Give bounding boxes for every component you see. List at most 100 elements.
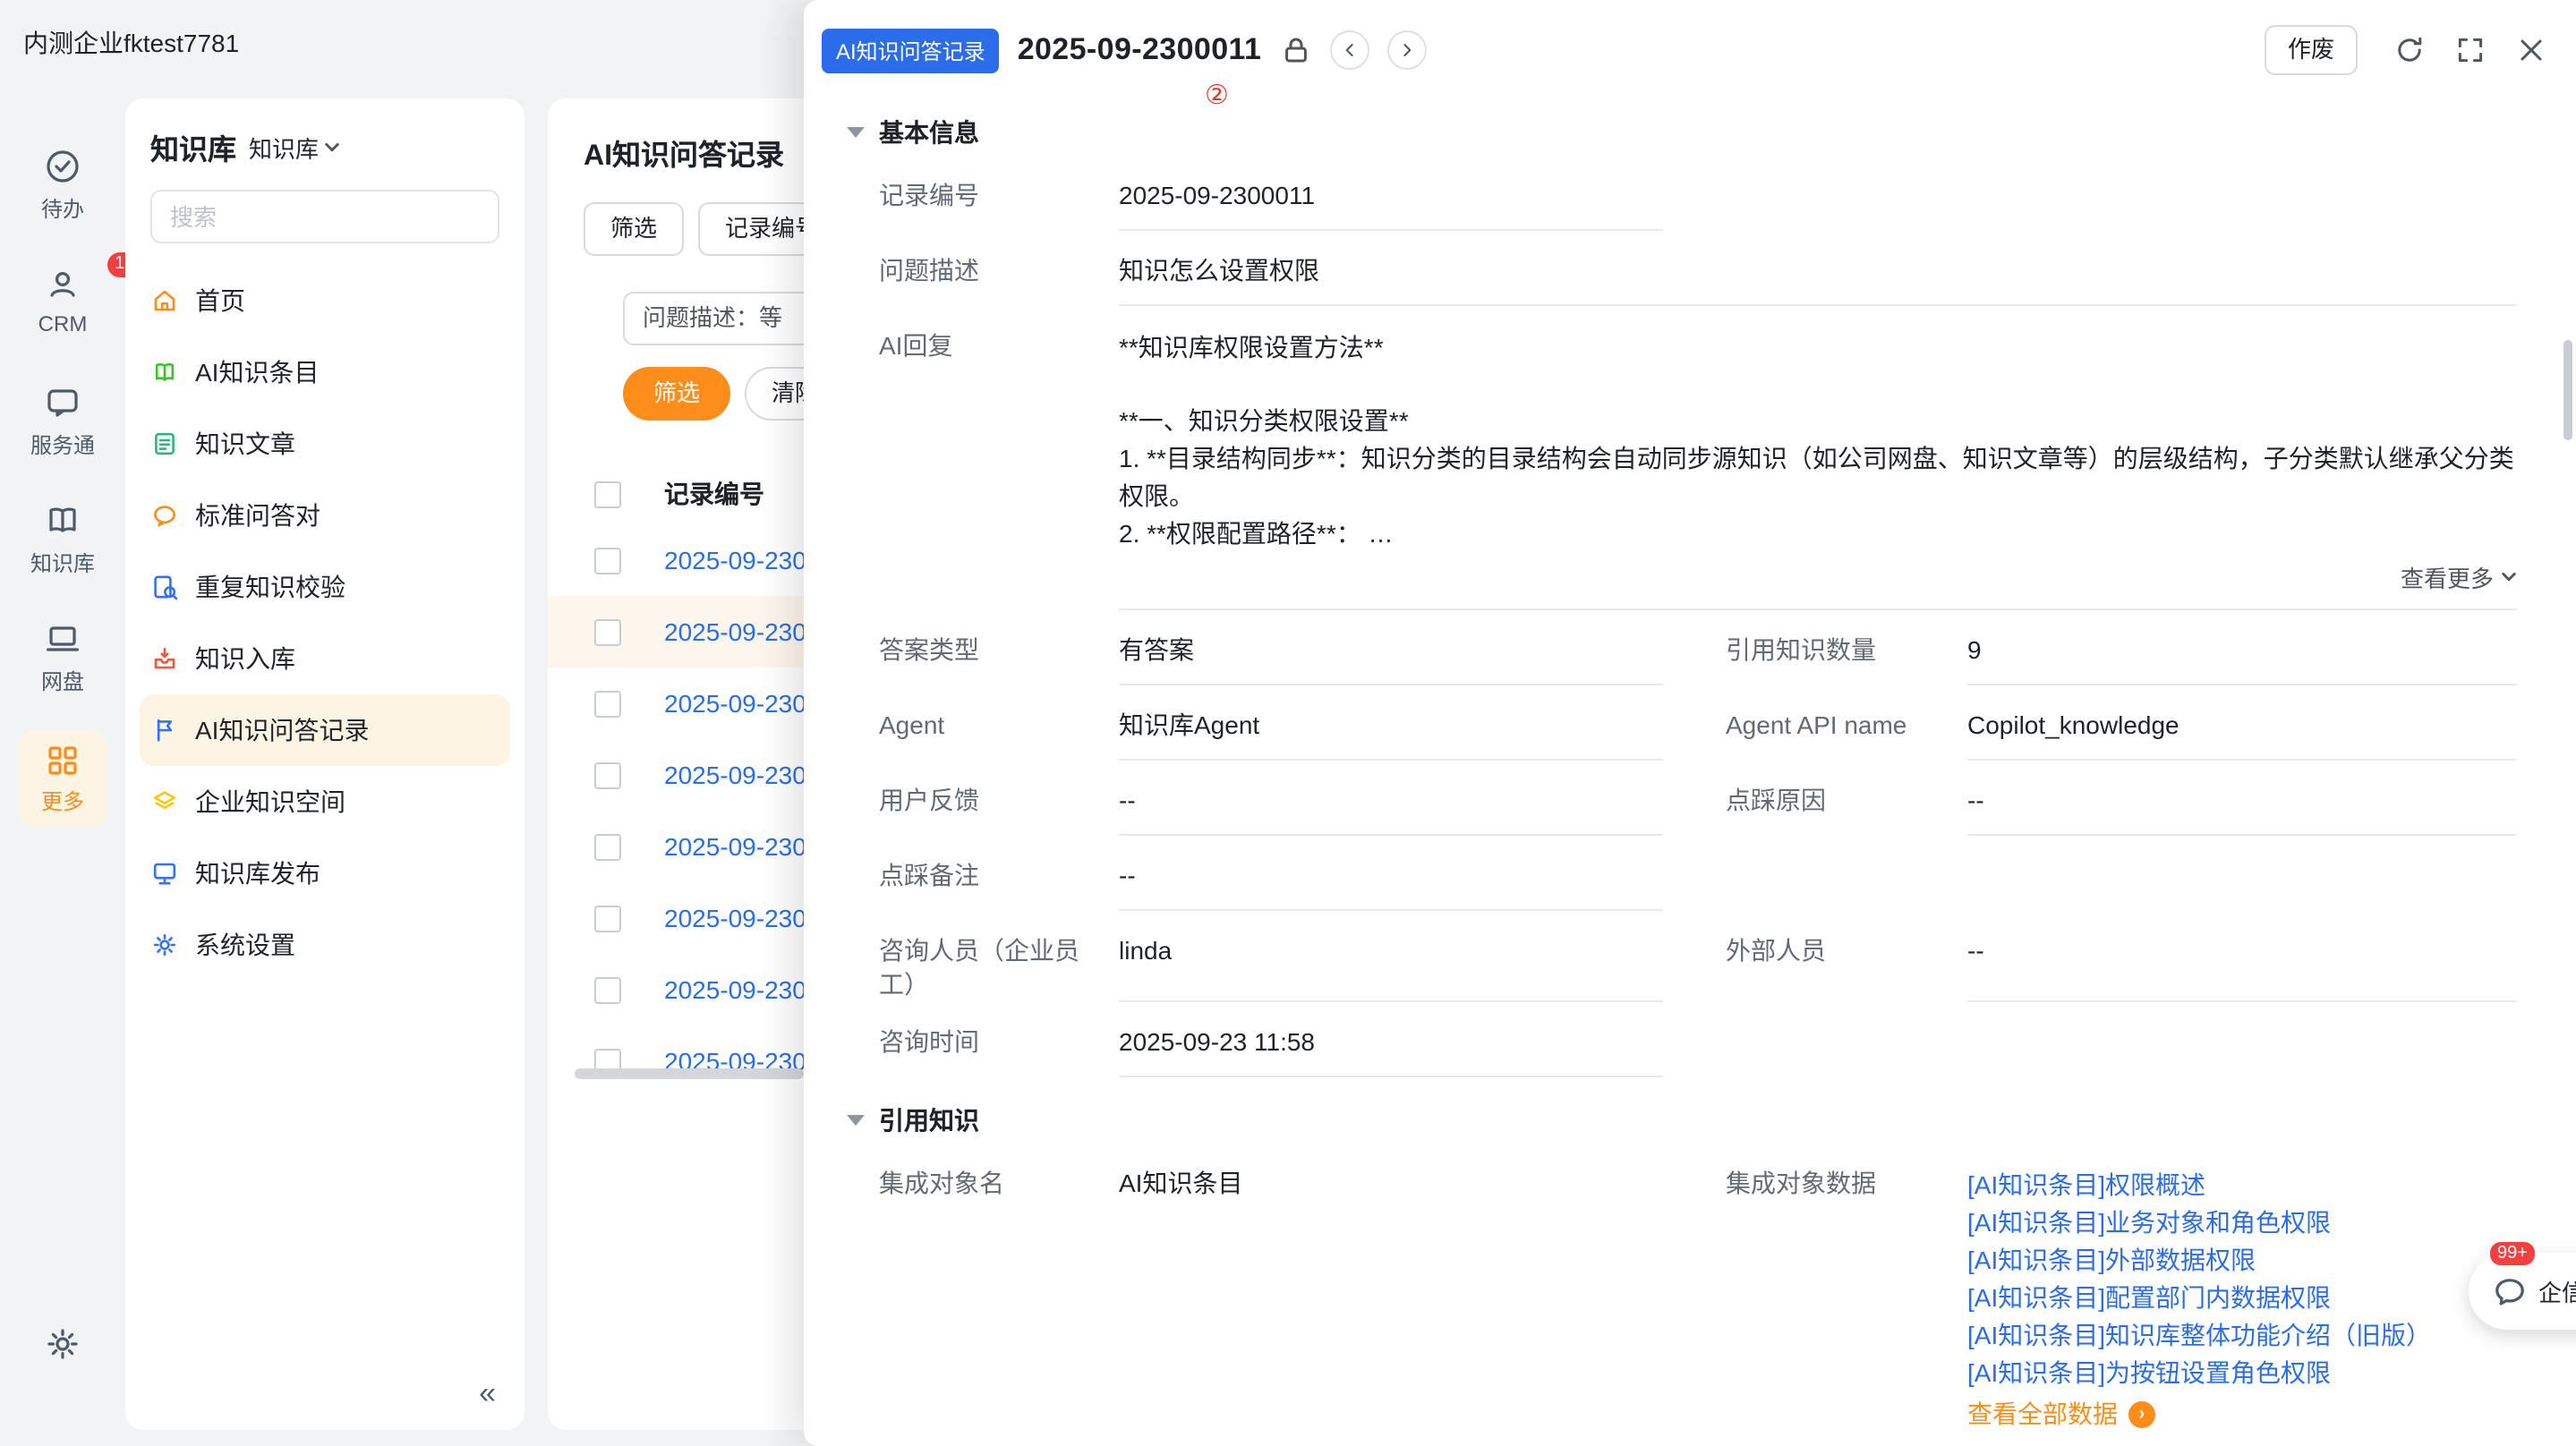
- reference-link[interactable]: [AI知识条目]业务对象和角色权限: [1967, 1204, 2517, 1242]
- chat-bubble-icon: [2492, 1273, 2528, 1309]
- chevron-down-icon: [324, 140, 340, 153]
- horizontal-scrollbar[interactable]: [575, 1068, 804, 1079]
- record-link[interactable]: 2025-09-230: [664, 975, 806, 1004]
- record-detail-drawer: AI知识问答记录 2025-09-2300011 作废: [804, 0, 2576, 1446]
- rail-item-knowledge[interactable]: 知识库: [0, 501, 125, 578]
- nav-item-qa-records[interactable]: AI知识问答记录: [140, 694, 510, 766]
- section-header-refs[interactable]: 引用知识: [847, 1102, 2547, 1138]
- column-header-record-no: 记录编号: [664, 476, 764, 512]
- nav-item-qa-pairs[interactable]: 标准问答对: [125, 480, 525, 551]
- settings-gear-icon[interactable]: [43, 1324, 82, 1364]
- field-value-dislike-note: --: [1119, 859, 1663, 911]
- row-checkbox[interactable]: [594, 833, 621, 860]
- field-value-ai-reply: **知识库权限设置方法** **一、知识分类权限设置** 1. **目录结构同步…: [1119, 329, 2517, 610]
- home-icon: [150, 286, 179, 315]
- section-title: 基本信息: [879, 115, 979, 150]
- row-checkbox[interactable]: [594, 761, 621, 788]
- apply-filter-button[interactable]: 筛选: [623, 367, 730, 421]
- section-header-basic-info[interactable]: 基本信息: [847, 115, 2547, 150]
- unread-count-badge: 99+: [2488, 1240, 2537, 1267]
- row-checkbox[interactable]: [594, 690, 621, 717]
- field-label: 外部人员: [1726, 934, 1967, 1002]
- select-all-checkbox[interactable]: [594, 481, 621, 507]
- reference-links: [AI知识条目]权限概述 [AI知识条目]业务对象和角色权限 [AI知识条目]外…: [1967, 1167, 2517, 1432]
- fullscreen-icon[interactable]: [2454, 34, 2486, 66]
- collapse-sidebar-icon[interactable]: «: [479, 1376, 496, 1412]
- refresh-icon[interactable]: [2393, 34, 2426, 66]
- rail-item-label: 待办: [41, 193, 84, 224]
- prev-record-button[interactable]: [1329, 30, 1369, 70]
- row-checkbox[interactable]: [594, 547, 621, 574]
- record-link[interactable]: 2025-09-230: [664, 546, 806, 574]
- speech-bubble-icon: [150, 501, 179, 530]
- row-checkbox[interactable]: [594, 976, 621, 1003]
- view-more-label: 查看更多: [2401, 560, 2494, 594]
- lock-icon[interactable]: [1279, 34, 1311, 66]
- reference-link[interactable]: [AI知识条目]外部数据权限: [1967, 1242, 2517, 1280]
- rail-item-more[interactable]: 更多: [18, 730, 107, 827]
- chevron-right-icon: [1395, 39, 1417, 61]
- vertical-scrollbar[interactable]: [2563, 340, 2572, 440]
- next-record-button[interactable]: [1386, 30, 1426, 70]
- record-link[interactable]: 2025-09-230: [664, 761, 806, 789]
- field-label: Agent: [879, 709, 1119, 761]
- field-label: Agent API name: [1726, 709, 1967, 761]
- grid-more-icon: [43, 741, 82, 780]
- nav-item-articles[interactable]: 知识文章: [125, 408, 525, 480]
- nav-item-label: 标准问答对: [195, 498, 320, 533]
- rail-item-drive[interactable]: 网盘: [0, 619, 125, 696]
- document-search-icon: [150, 573, 179, 601]
- record-link[interactable]: 2025-09-230: [664, 904, 806, 932]
- rail-item-todo[interactable]: 待办: [0, 147, 125, 224]
- field-value-time: 2025-09-23 11:58: [1119, 1025, 1663, 1077]
- row-checkbox[interactable]: [594, 905, 621, 931]
- rail-item-label: CRM: [38, 311, 88, 336]
- chevron-left-icon: [1338, 39, 1360, 61]
- field-value-agent: 知识库Agent: [1119, 709, 1663, 761]
- discard-button[interactable]: 作废: [2265, 25, 2358, 75]
- record-link[interactable]: 2025-09-230: [664, 689, 806, 718]
- row-checkbox[interactable]: [594, 618, 621, 645]
- reference-link[interactable]: [AI知识条目]知识库整体功能介绍（旧版）: [1967, 1317, 2517, 1355]
- nav-item-label: 知识文章: [195, 426, 295, 462]
- ai-reply-line: **知识库权限设置方法**: [1119, 329, 2517, 367]
- nav-item-settings[interactable]: 系统设置: [125, 909, 525, 981]
- filter-button[interactable]: 筛选: [584, 202, 684, 256]
- record-link[interactable]: 2025-09-230: [664, 617, 806, 646]
- nav-item-space[interactable]: 企业知识空间: [125, 766, 525, 838]
- nav-item-intake[interactable]: 知识入库: [125, 623, 525, 694]
- field-value-agent-api: Copilot_knowledge: [1967, 709, 2517, 761]
- rail-item-crm[interactable]: 12 CRM: [0, 265, 125, 336]
- field-value-object-name: AI知识条目: [1119, 1167, 1663, 1432]
- record-link[interactable]: 2025-09-230: [664, 832, 806, 861]
- view-more-link[interactable]: 查看更多: [1119, 560, 2517, 594]
- open-book-icon: [150, 358, 179, 387]
- field-value-answer-type: 有答案: [1119, 634, 1663, 685]
- record-type-badge: AI知识问答记录: [822, 28, 1000, 72]
- nav-item-label: 重复知识校验: [195, 569, 345, 605]
- ai-reply-line: 1. **目录结构同步**：知识分类的目录结构会自动同步源知识（如公司网盘、知识…: [1119, 440, 2517, 515]
- arrow-right-circle-icon: ›: [2128, 1400, 2155, 1427]
- close-icon[interactable]: [2515, 34, 2547, 66]
- field-label: 点踩备注: [879, 859, 1119, 911]
- nav-item-ai-entries[interactable]: AI知识条目: [125, 336, 525, 408]
- library-picker[interactable]: 知识库: [249, 130, 340, 164]
- reference-link[interactable]: [AI知识条目]权限概述: [1967, 1167, 2517, 1204]
- nav-item-publish[interactable]: 知识库发布: [125, 838, 525, 909]
- nav-item-label: 知识库发布: [195, 855, 320, 891]
- nav-item-home[interactable]: 首页: [125, 265, 525, 336]
- view-all-data-link[interactable]: 查看全部数据 ›: [1967, 1396, 2517, 1432]
- chat-widget[interactable]: 99+ 企信: [2469, 1253, 2576, 1330]
- section-title: 引用知识: [879, 1102, 979, 1138]
- knowledge-nav-panel: 知识库 知识库 首页 AI知识条目 知识文章: [125, 98, 525, 1430]
- rail-item-service[interactable]: 服务通: [0, 383, 125, 460]
- field-label: 点踩原因: [1726, 784, 1967, 836]
- reference-link[interactable]: [AI知识条目]为按钮设置角色权限: [1967, 1355, 2517, 1392]
- search-input[interactable]: [150, 190, 499, 243]
- field-label: 记录编号: [879, 179, 1119, 231]
- nav-item-label: AI知识条目: [195, 354, 319, 390]
- nav-item-dedup-check[interactable]: 重复知识校验: [125, 551, 525, 623]
- app-root: 内测企业fktest7781 待办 12 CRM 服务通 知识库 网盘: [0, 0, 2576, 1446]
- reference-link[interactable]: [AI知识条目]配置部门内数据权限: [1967, 1280, 2517, 1317]
- book-icon: [43, 501, 82, 540]
